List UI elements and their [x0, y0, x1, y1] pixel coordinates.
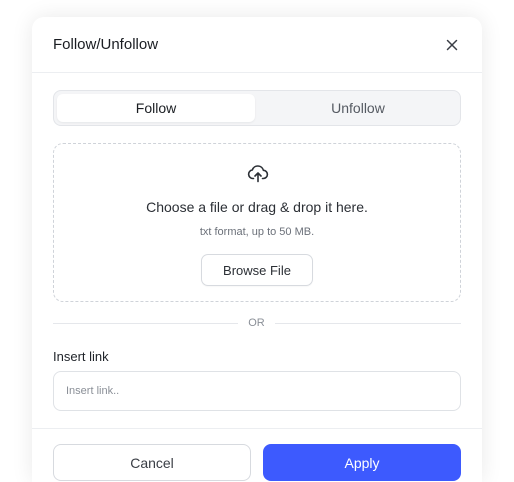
- dialog-header: Follow/Unfollow: [32, 17, 482, 73]
- follow-unfollow-dialog: Follow/Unfollow Follow Unfollow Choose a…: [32, 17, 482, 482]
- divider-left: [53, 323, 238, 324]
- browse-file-button[interactable]: Browse File: [201, 254, 313, 286]
- page-background: Follow/Unfollow Follow Unfollow Choose a…: [0, 0, 514, 482]
- tab-follow[interactable]: Follow: [57, 94, 255, 122]
- dialog-title: Follow/Unfollow: [53, 36, 159, 53]
- mode-tabs: Follow Unfollow: [53, 90, 461, 126]
- insert-link-label: Insert link: [53, 349, 109, 364]
- cloud-upload-icon: [247, 165, 269, 183]
- or-divider-label: OR: [248, 317, 265, 329]
- close-icon: [446, 39, 458, 51]
- footer-divider: [32, 428, 482, 429]
- dropzone-format-hint: txt format, up to 50 MB.: [199, 226, 315, 238]
- insert-link-input[interactable]: [53, 371, 461, 411]
- tab-unfollow[interactable]: Unfollow: [257, 94, 459, 122]
- file-dropzone[interactable]: Choose a file or drag & drop it here. tx…: [53, 143, 461, 302]
- apply-button[interactable]: Apply: [263, 444, 461, 481]
- cancel-button[interactable]: Cancel: [53, 444, 251, 481]
- close-button[interactable]: [441, 34, 463, 56]
- divider-right: [275, 323, 461, 324]
- dropzone-title: Choose a file or drag & drop it here.: [146, 199, 368, 215]
